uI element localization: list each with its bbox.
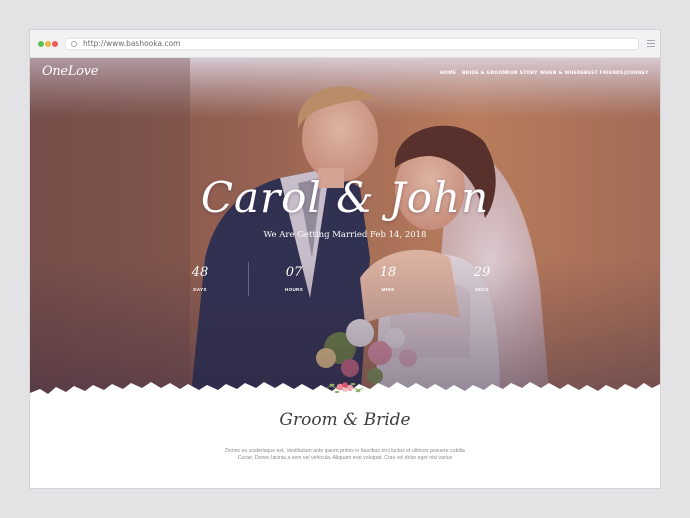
nav-journey[interactable]: JOURNEY: [624, 71, 649, 76]
section-text-line-2: Curae; Donec lacinia a sem vel vehicula.…: [237, 455, 453, 461]
window-close-dot[interactable]: [38, 41, 44, 47]
window-maximize-dot[interactable]: [52, 41, 58, 47]
nav-home[interactable]: HOME: [440, 71, 456, 76]
browser-window: http://www.bashooka.com OneLove HOME BRI…: [30, 30, 660, 488]
address-text: http://www.bashooka.com: [83, 39, 181, 48]
countdown-hours-value: 07: [285, 265, 303, 280]
window-minimize-dot[interactable]: [45, 41, 51, 47]
countdown-hours: 07 HOURS: [264, 265, 324, 293]
section-text-line-1: Donec eu scelerisque est. Vestibulum ant…: [225, 448, 465, 454]
nav-best-friends[interactable]: BEST FRIENDS: [584, 71, 624, 76]
hero-subtitle: We Are Getting Married Feb 14, 2018: [263, 230, 427, 240]
search-icon: [71, 41, 77, 47]
countdown-divider: [248, 262, 249, 296]
nav-when-where[interactable]: WHEN & WHERE: [540, 71, 584, 76]
menu-icon[interactable]: [647, 40, 655, 48]
countdown-mins: 18 MINS: [358, 265, 418, 293]
section-title: Groom & Bride: [279, 410, 411, 430]
countdown-secs: 29 SECS: [452, 265, 512, 293]
nav-bride-groom[interactable]: BRIDE & GROOM: [462, 71, 507, 76]
hero-title: Carol & John: [200, 173, 490, 222]
site-logo[interactable]: OneLove: [42, 64, 98, 79]
countdown-days-value: 48: [191, 265, 209, 280]
hero-section: OneLove HOME BRIDE & GROOM OUR STORY WHE…: [30, 58, 660, 403]
countdown-days: 48 DAYS: [170, 265, 230, 293]
browser-toolbar: http://www.bashooka.com: [30, 30, 660, 58]
nav-our-story[interactable]: OUR STORY: [506, 71, 538, 76]
address-bar[interactable]: http://www.bashooka.com: [65, 38, 639, 50]
countdown-secs-value: 29: [473, 265, 491, 280]
countdown-hours-label: HOURS: [284, 287, 304, 292]
countdown-days-label: DAYS: [193, 287, 207, 292]
countdown-mins-value: 18: [379, 265, 397, 280]
floral-ornament-icon: [326, 382, 364, 394]
countdown-secs-label: SECS: [475, 287, 489, 292]
countdown-mins-label: MINS: [381, 287, 395, 292]
